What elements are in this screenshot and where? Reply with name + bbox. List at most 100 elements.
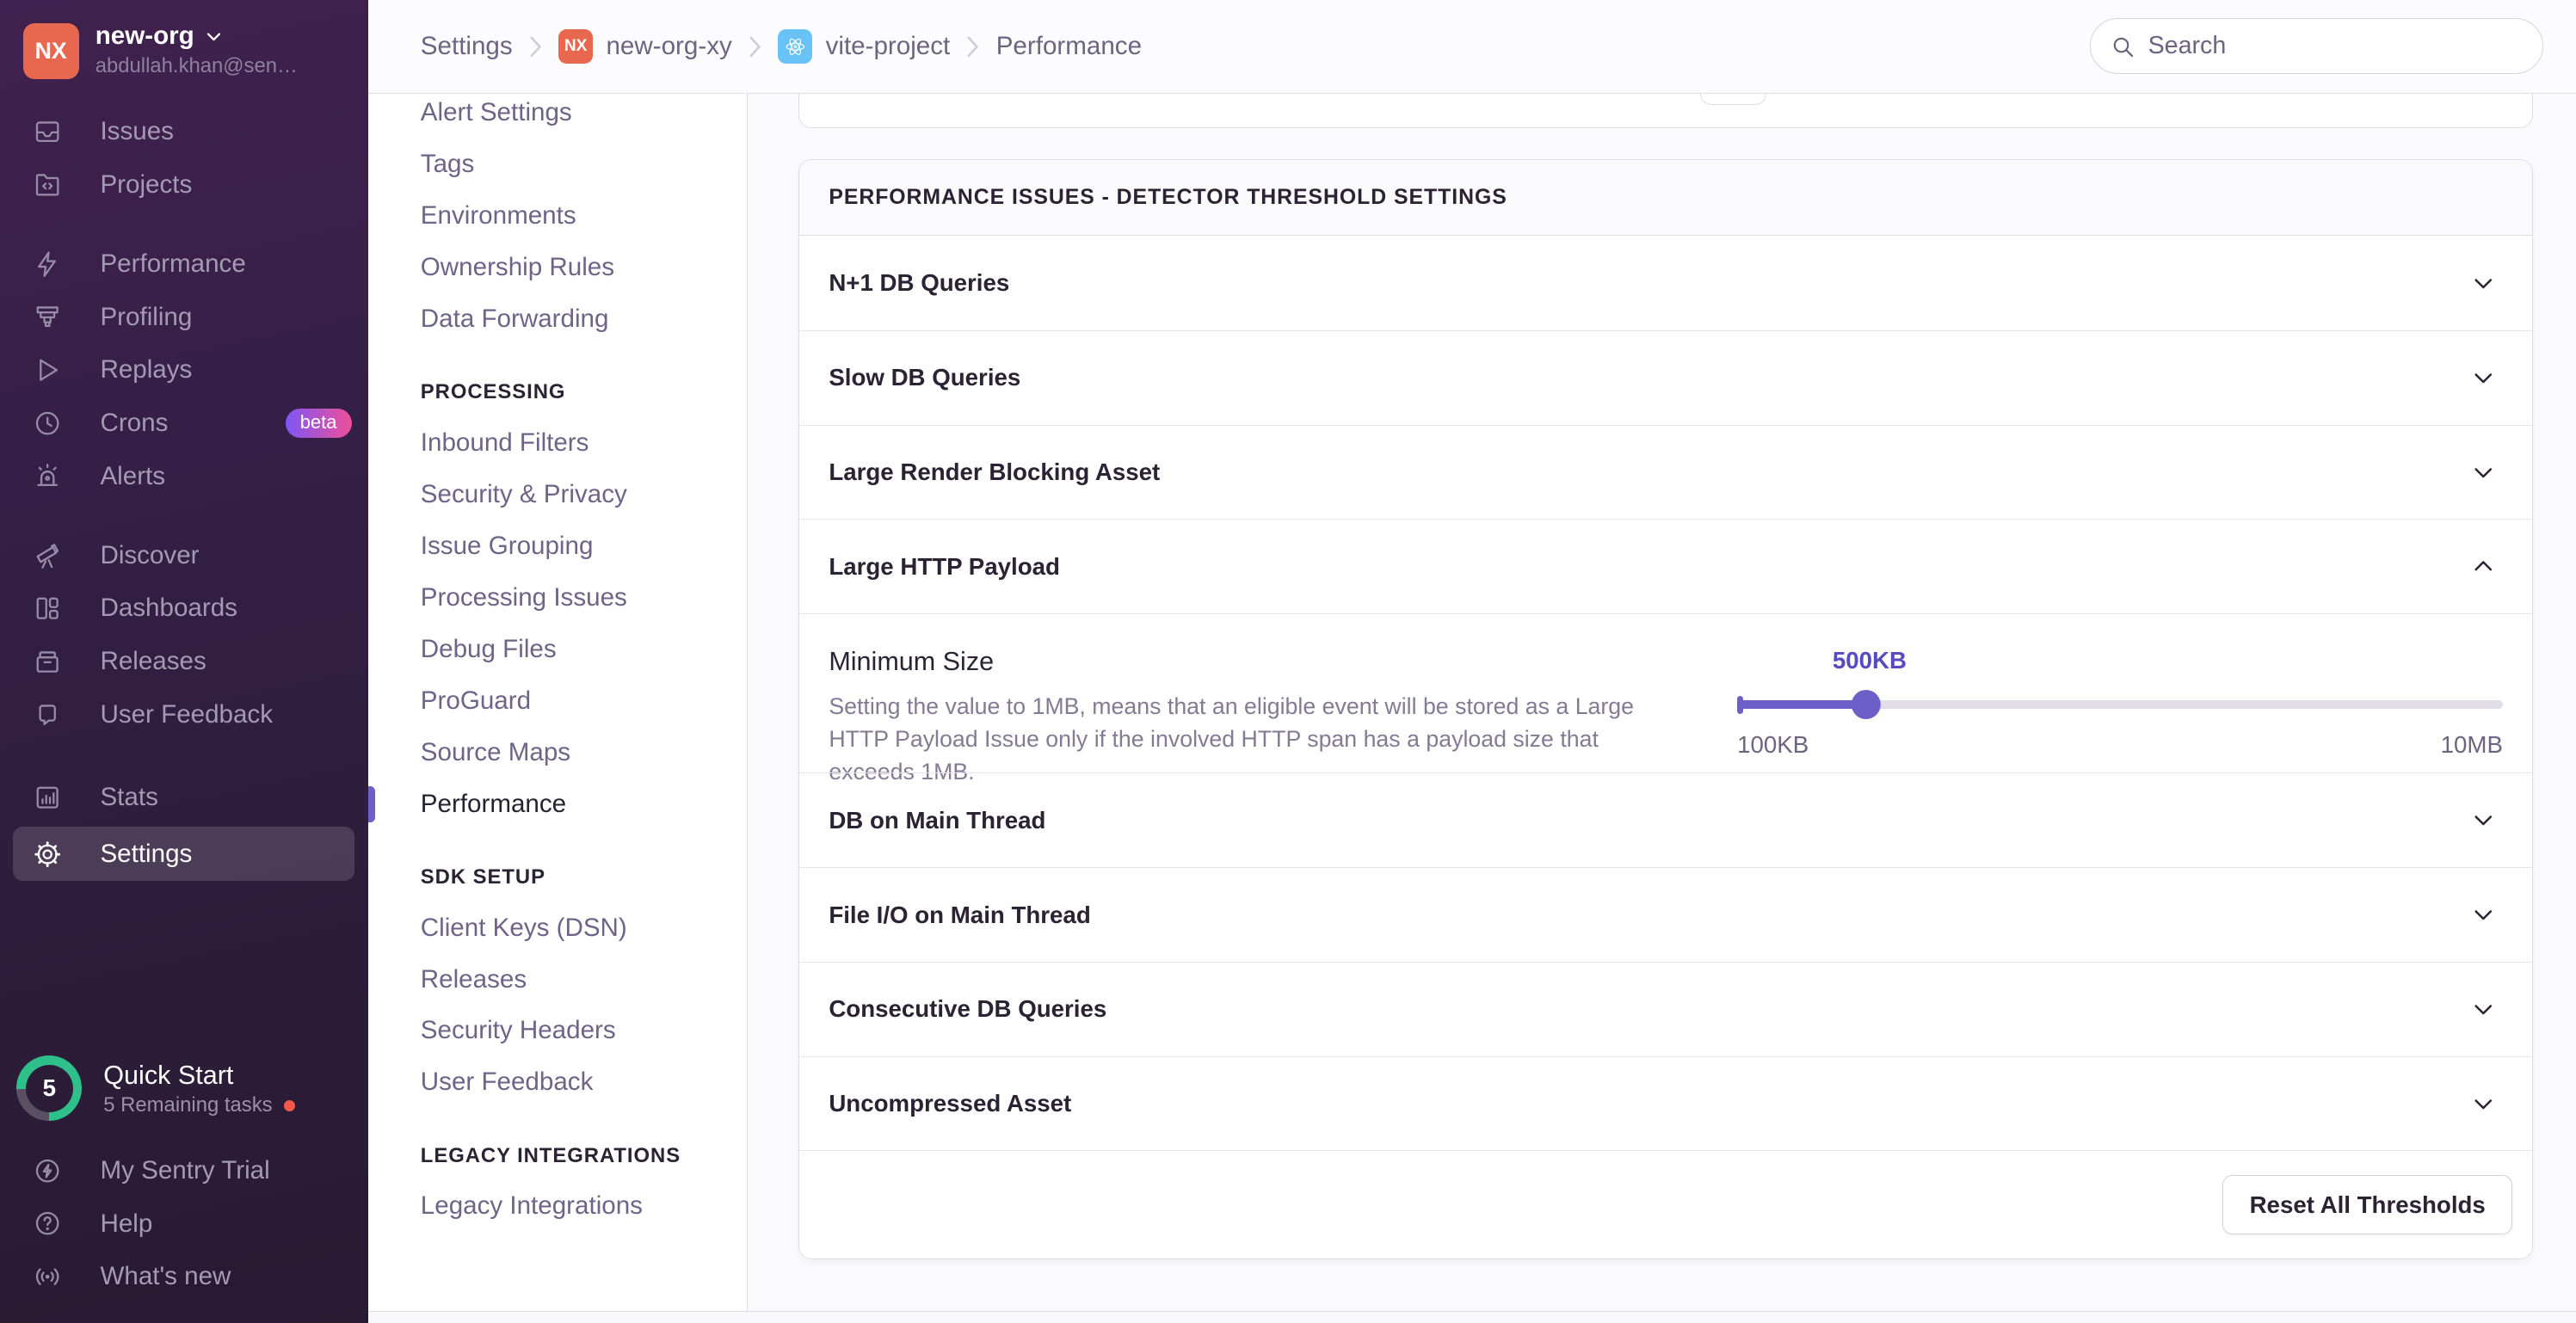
settings-nav-item-legacy-integrations[interactable]: Legacy Integrations: [421, 1180, 747, 1232]
sidebar-item-dashboards[interactable]: Dashboards: [0, 582, 368, 636]
sidebar-item-stats[interactable]: Stats: [0, 771, 368, 824]
reset-all-thresholds-button[interactable]: Reset All Thresholds: [2222, 1175, 2512, 1234]
large-http-payload-detail: Minimum Size Setting the value to 1MB, m…: [799, 613, 2532, 772]
accordion-row-db-on-main-thread[interactable]: DB on Main Thread: [799, 772, 2532, 867]
chevron-down-icon: [2470, 1091, 2497, 1117]
quick-start[interactable]: 5 Quick Start 5 Remaining tasks: [0, 1055, 368, 1144]
accordion-row-large-render-blocking-asset[interactable]: Large Render Blocking Asset: [799, 425, 2532, 520]
accordion-row-n-plus-one-db-queries[interactable]: N+1 DB Queries: [799, 236, 2532, 330]
accordion-row-large-http-payload[interactable]: Large HTTP Payload: [799, 519, 2532, 613]
sidebar-item-profiling[interactable]: Profiling: [0, 291, 368, 344]
sidebar-item-performance[interactable]: Performance: [0, 237, 368, 291]
sidebar-item-settings[interactable]: Settings: [13, 827, 354, 881]
org-email: abdullah.khan@sen…: [96, 54, 298, 78]
minimum-size-label: Minimum Size: [829, 647, 1658, 677]
search-box[interactable]: [2090, 18, 2543, 74]
settings-nav-item-issue-grouping[interactable]: Issue Grouping: [421, 520, 747, 572]
accordion-row-file-io-on-main-thread[interactable]: File I/O on Main Thread: [799, 867, 2532, 962]
chevron-right-icon: [529, 35, 542, 58]
chevron-right-icon: [749, 35, 761, 58]
settings-nav-item-data-forwarding[interactable]: Data Forwarding: [421, 293, 747, 345]
settings-nav-item-user-feedback[interactable]: User Feedback: [421, 1056, 747, 1108]
help-icon: [33, 1209, 62, 1238]
sidebar-item-replays[interactable]: Replays: [0, 343, 368, 397]
slider-thumb[interactable]: [1851, 690, 1880, 719]
accordion-row-consecutive-db-queries[interactable]: Consecutive DB Queries: [799, 962, 2532, 1056]
chevron-right-icon: [966, 35, 979, 58]
sidebar-bottom: 5 Quick Start 5 Remaining tasks My Sentr…: [0, 1055, 368, 1323]
sidebar-item-help[interactable]: Help: [0, 1197, 368, 1251]
minimum-size-slider: 500KB 100KB 10MB: [1737, 647, 2503, 762]
sidebar-item-label: Settings: [100, 840, 192, 869]
breadcrumb-project[interactable]: vite-project: [778, 29, 950, 64]
react-project-icon: [778, 29, 812, 64]
user-feedback-icon: [33, 700, 62, 729]
projects-icon: [33, 169, 62, 199]
notification-dot: [284, 1100, 295, 1111]
quick-start-subtitle: 5 Remaining tasks: [103, 1093, 272, 1117]
slider-track[interactable]: [1737, 690, 2503, 719]
org-switcher[interactable]: NX new-org abdullah.khan@sen…: [0, 0, 368, 92]
slider-value-label: 500KB: [1833, 647, 1907, 674]
slider-min-label: 100KB: [1737, 731, 1809, 759]
chevron-down-icon: [204, 27, 224, 46]
sidebar-item-projects[interactable]: Projects: [0, 158, 368, 212]
settings-nav-item-ownership-rules[interactable]: Ownership Rules: [421, 242, 747, 293]
performance-icon: [33, 249, 62, 279]
search-icon: [2111, 34, 2135, 59]
sidebar-item-label: Profiling: [100, 303, 192, 332]
settings-nav-item-security-privacy[interactable]: Security & Privacy: [421, 469, 747, 520]
settings-nav-section-sdk-setup: SDK SETUP: [421, 852, 747, 901]
settings-nav-item-debug-files[interactable]: Debug Files: [421, 624, 747, 675]
sidebar-item-alerts[interactable]: Alerts: [0, 450, 368, 503]
sidebar-item-releases[interactable]: Releases: [0, 635, 368, 688]
sidebar-item-label: My Sentry Trial: [100, 1156, 269, 1185]
sidebar-item-discover[interactable]: Discover: [0, 529, 368, 582]
sidebar-item-label: Alerts: [100, 462, 165, 491]
breadcrumb-settings[interactable]: Settings: [421, 32, 513, 61]
sidebar-nav: Issues Projects Performance Profiling Re…: [0, 105, 368, 881]
alerts-icon: [33, 461, 62, 490]
previous-panel-partial: [798, 94, 2533, 128]
settings-nav-item-performance[interactable]: Performance: [421, 778, 747, 830]
beta-badge: beta: [286, 409, 352, 437]
settings-nav-item-source-maps[interactable]: Source Maps: [421, 727, 747, 778]
sidebar-item-label: Performance: [100, 249, 245, 279]
search-input[interactable]: [2148, 32, 2523, 60]
accordion-row-slow-db-queries[interactable]: Slow DB Queries: [799, 330, 2532, 425]
stats-icon: [33, 783, 62, 812]
sidebar-item-label: Projects: [100, 170, 192, 200]
discover-icon: [33, 541, 62, 570]
settings-nav-item-inbound-filters[interactable]: Inbound Filters: [421, 417, 747, 469]
quick-start-count: 5: [26, 1065, 73, 1112]
settings-nav-item-processing-issues[interactable]: Processing Issues: [421, 572, 747, 624]
panel-title: PERFORMANCE ISSUES - DETECTOR THRESHOLD …: [799, 160, 2532, 236]
settings-nav-item-alert-settings[interactable]: Alert Settings: [421, 94, 747, 138]
chevron-down-icon: [2470, 270, 2497, 297]
sidebar-item-whats-new[interactable]: What's new: [0, 1250, 368, 1303]
quick-start-title: Quick Start: [103, 1059, 295, 1092]
sidebar-item-my-sentry-trial[interactable]: My Sentry Trial: [0, 1144, 368, 1197]
settings-nav-item-tags[interactable]: Tags: [421, 138, 747, 190]
chevron-down-icon: [2470, 459, 2497, 486]
profiling-icon: [33, 302, 62, 331]
settings-nav-item-releases[interactable]: Releases: [421, 954, 747, 1006]
sidebar-item-user-feedback[interactable]: User Feedback: [0, 688, 368, 741]
dashboards-icon: [33, 594, 62, 623]
collapsed-button-partial[interactable]: [1700, 94, 1766, 105]
app-window: NX new-org abdullah.khan@sen… Issues Pro…: [0, 0, 2576, 1323]
settings-nav-item-proguard[interactable]: ProGuard: [421, 675, 747, 727]
accordion-row-uncompressed-asset[interactable]: Uncompressed Asset: [799, 1056, 2532, 1151]
issues-icon: [33, 117, 62, 146]
settings-nav-item-security-headers[interactable]: Security Headers: [421, 1006, 747, 1057]
crons-icon: [33, 409, 62, 438]
main-content: PERFORMANCE ISSUES - DETECTOR THRESHOLD …: [748, 94, 2576, 1323]
sidebar-item-issues[interactable]: Issues: [0, 105, 368, 158]
sidebar-item-label: What's new: [100, 1262, 231, 1291]
sidebar-item-crons[interactable]: Crons beta: [0, 397, 368, 450]
broadcast-icon: [33, 1262, 62, 1291]
breadcrumb-performance[interactable]: Performance: [996, 32, 1142, 61]
settings-nav-item-environments[interactable]: Environments: [421, 190, 747, 242]
settings-nav-item-client-keys[interactable]: Client Keys (DSN): [421, 902, 747, 954]
breadcrumb-org[interactable]: NX new-org-xy: [558, 29, 732, 64]
